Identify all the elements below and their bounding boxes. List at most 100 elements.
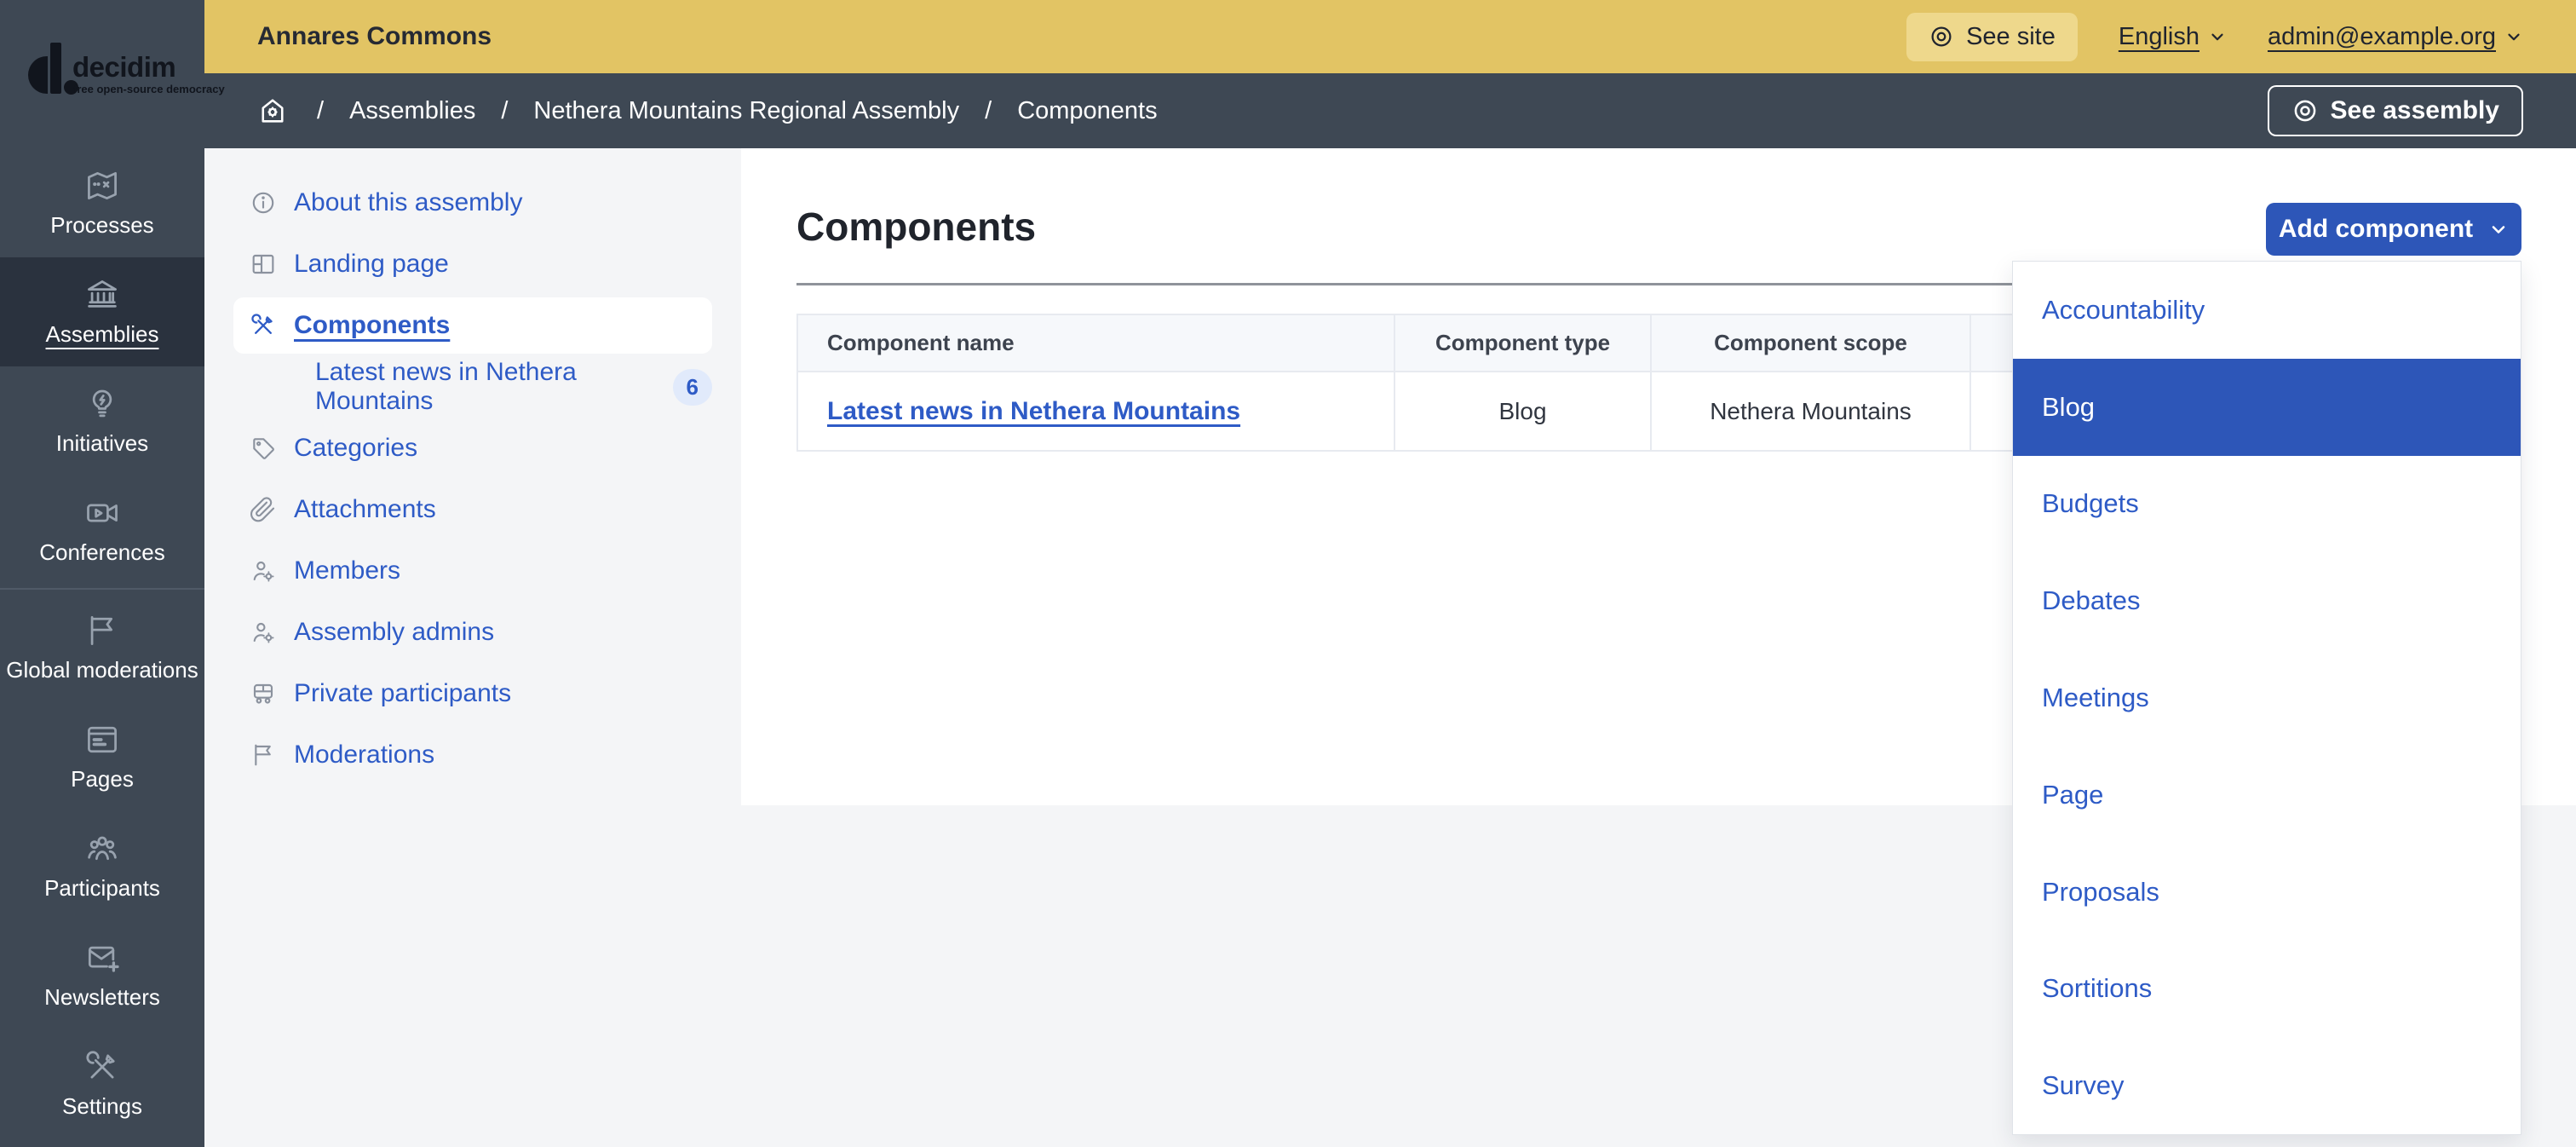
decidim-wordmark: decidim bbox=[72, 51, 175, 84]
add-component-button[interactable]: Add component bbox=[2266, 203, 2521, 256]
sidebar-item-processes[interactable]: Processes bbox=[0, 148, 204, 257]
account-menu[interactable]: admin@example.org bbox=[2268, 23, 2523, 51]
sidebar-item-members[interactable]: Members bbox=[233, 540, 712, 602]
sidebar-item-label: Private participants bbox=[294, 679, 511, 708]
sidebar-item-initiatives[interactable]: Initiatives bbox=[0, 366, 204, 476]
decidim-tagline: free open-source democracy bbox=[73, 83, 225, 95]
sidebar-item-moderations[interactable]: Moderations bbox=[233, 724, 712, 786]
language-label: English bbox=[2119, 23, 2199, 51]
tools-icon bbox=[83, 1048, 121, 1086]
site-name: Annares Commons bbox=[257, 22, 492, 51]
sidebar-item-label: Participants bbox=[44, 875, 160, 902]
sidebar-item-global-moderations[interactable]: Global moderations bbox=[0, 593, 204, 702]
sidebar-item-settings[interactable]: Settings bbox=[0, 1029, 204, 1138]
sidebar-item-label: Assembly admins bbox=[294, 618, 494, 647]
sidebar-item-participants[interactable]: Participants bbox=[0, 811, 204, 920]
see-assembly-button[interactable]: See assembly bbox=[2268, 85, 2523, 136]
decidim-logo-mark bbox=[28, 43, 72, 95]
dropdown-item-proposals[interactable]: Proposals bbox=[2013, 844, 2521, 941]
user-gear-icon bbox=[250, 557, 277, 585]
eye-icon bbox=[1929, 24, 1954, 49]
bus-icon bbox=[250, 680, 277, 707]
sidebar-item-about-assembly[interactable]: About this assembly bbox=[233, 172, 712, 233]
lightbulb-icon bbox=[83, 385, 121, 423]
sidebar-item-landing-page[interactable]: Landing page bbox=[233, 233, 712, 295]
decidim-logo: decidim free open-source democracy bbox=[0, 0, 204, 148]
breadcrumb: / Assemblies / Nethera Mountains Regiona… bbox=[204, 73, 2576, 148]
dropdown-item-budgets[interactable]: Budgets bbox=[2013, 456, 2521, 553]
sidebar-item-attachments[interactable]: Attachments bbox=[233, 479, 712, 540]
flag-icon bbox=[83, 612, 121, 649]
assembly-sidebar: About this assembly Landing page Compone… bbox=[204, 148, 741, 1147]
user-gear-icon bbox=[250, 619, 277, 646]
sidebar-item-label: Conferences bbox=[39, 539, 164, 566]
bank-icon bbox=[83, 276, 121, 314]
chevron-down-icon bbox=[2208, 27, 2227, 46]
info-icon bbox=[250, 189, 277, 216]
mail-plus-icon bbox=[83, 939, 121, 977]
topbar: Annares Commons See site English admin@e… bbox=[204, 0, 2576, 73]
sidebar-item-label: Newsletters bbox=[44, 984, 160, 1011]
sidebar-item-assembly-admins[interactable]: Assembly admins bbox=[233, 602, 712, 663]
see-site-label: See site bbox=[1966, 23, 2056, 51]
home-gear-icon[interactable] bbox=[257, 95, 288, 126]
sidebar-item-private-participants[interactable]: Private participants bbox=[233, 663, 712, 724]
chevron-down-icon bbox=[2504, 27, 2523, 46]
sidebar-item-label: Processes bbox=[50, 212, 153, 239]
sidebar-item-pages[interactable]: Pages bbox=[0, 702, 204, 811]
add-component-dropdown: Accountability Blog Budgets Debates Meet… bbox=[2012, 261, 2521, 1135]
sidebar-item-label: Initiatives bbox=[56, 430, 148, 457]
sidebar-item-label: Landing page bbox=[294, 250, 449, 279]
people-icon bbox=[83, 830, 121, 867]
video-camera-icon bbox=[83, 494, 121, 532]
sidebar-item-assemblies[interactable]: Assemblies bbox=[0, 257, 204, 366]
tools-icon bbox=[250, 312, 277, 339]
sidebar-item-categories[interactable]: Categories bbox=[233, 418, 712, 479]
chevron-down-icon bbox=[2488, 219, 2509, 239]
dropdown-item-blog[interactable]: Blog bbox=[2013, 359, 2521, 456]
dropdown-item-accountability[interactable]: Accountability bbox=[2013, 262, 2521, 359]
page-title: Components bbox=[796, 206, 2521, 247]
sidebar-item-label: Members bbox=[294, 556, 400, 585]
col-component-name: Component name bbox=[797, 314, 1394, 372]
component-link[interactable]: Latest news in Nethera Mountains bbox=[827, 397, 1240, 425]
breadcrumb-assembly-name[interactable]: Nethera Mountains Regional Assembly bbox=[533, 97, 959, 125]
browser-window-icon bbox=[83, 721, 121, 758]
flag-icon bbox=[250, 741, 277, 769]
dropdown-item-survey[interactable]: Survey bbox=[2013, 1037, 2521, 1134]
sidebar-item-label: Components bbox=[294, 311, 450, 340]
layout-grid-icon bbox=[250, 251, 277, 278]
see-site-button[interactable]: See site bbox=[1906, 13, 2078, 61]
add-component-label: Add component bbox=[2279, 215, 2473, 244]
eye-icon bbox=[2291, 97, 2319, 124]
col-component-scope: Component scope bbox=[1651, 314, 1970, 372]
dropdown-item-page[interactable]: Page bbox=[2013, 746, 2521, 844]
dropdown-item-debates[interactable]: Debates bbox=[2013, 552, 2521, 649]
sidebar-item-conferences[interactable]: Conferences bbox=[0, 476, 204, 585]
breadcrumb-separator: / bbox=[501, 97, 508, 125]
sidebar-divider bbox=[0, 588, 204, 590]
breadcrumb-separator: / bbox=[317, 97, 324, 125]
dropdown-item-meetings[interactable]: Meetings bbox=[2013, 649, 2521, 746]
col-component-type: Component type bbox=[1394, 314, 1651, 372]
component-type-cell: Blog bbox=[1394, 372, 1651, 451]
sidebar-item-newsletters[interactable]: Newsletters bbox=[0, 920, 204, 1029]
sidebar-item-label: Moderations bbox=[294, 741, 434, 769]
map-icon bbox=[83, 167, 121, 205]
sidebar-item-latest-news[interactable]: Latest news in Nethera Mountains 6 bbox=[233, 356, 712, 418]
sidebar-item-label: Latest news in Nethera Mountains bbox=[315, 358, 632, 416]
component-scope-cell: Nethera Mountains bbox=[1651, 372, 1970, 451]
breadcrumb-separator: / bbox=[985, 97, 992, 125]
dropdown-item-sortitions[interactable]: Sortitions bbox=[2013, 940, 2521, 1037]
language-menu[interactable]: English bbox=[2119, 23, 2227, 51]
paperclip-icon bbox=[250, 496, 277, 523]
tag-icon bbox=[250, 435, 277, 462]
sidebar-item-components[interactable]: Components bbox=[233, 297, 712, 354]
sidebar-item-label: Attachments bbox=[294, 495, 436, 524]
count-badge: 6 bbox=[673, 369, 712, 406]
sidebar-item-label: Assemblies bbox=[46, 321, 159, 348]
account-label: admin@example.org bbox=[2268, 23, 2496, 51]
breadcrumb-assemblies[interactable]: Assemblies bbox=[349, 97, 475, 125]
sidebar-item-label: Categories bbox=[294, 434, 417, 463]
sidebar-item-label: Global moderations bbox=[6, 657, 198, 683]
